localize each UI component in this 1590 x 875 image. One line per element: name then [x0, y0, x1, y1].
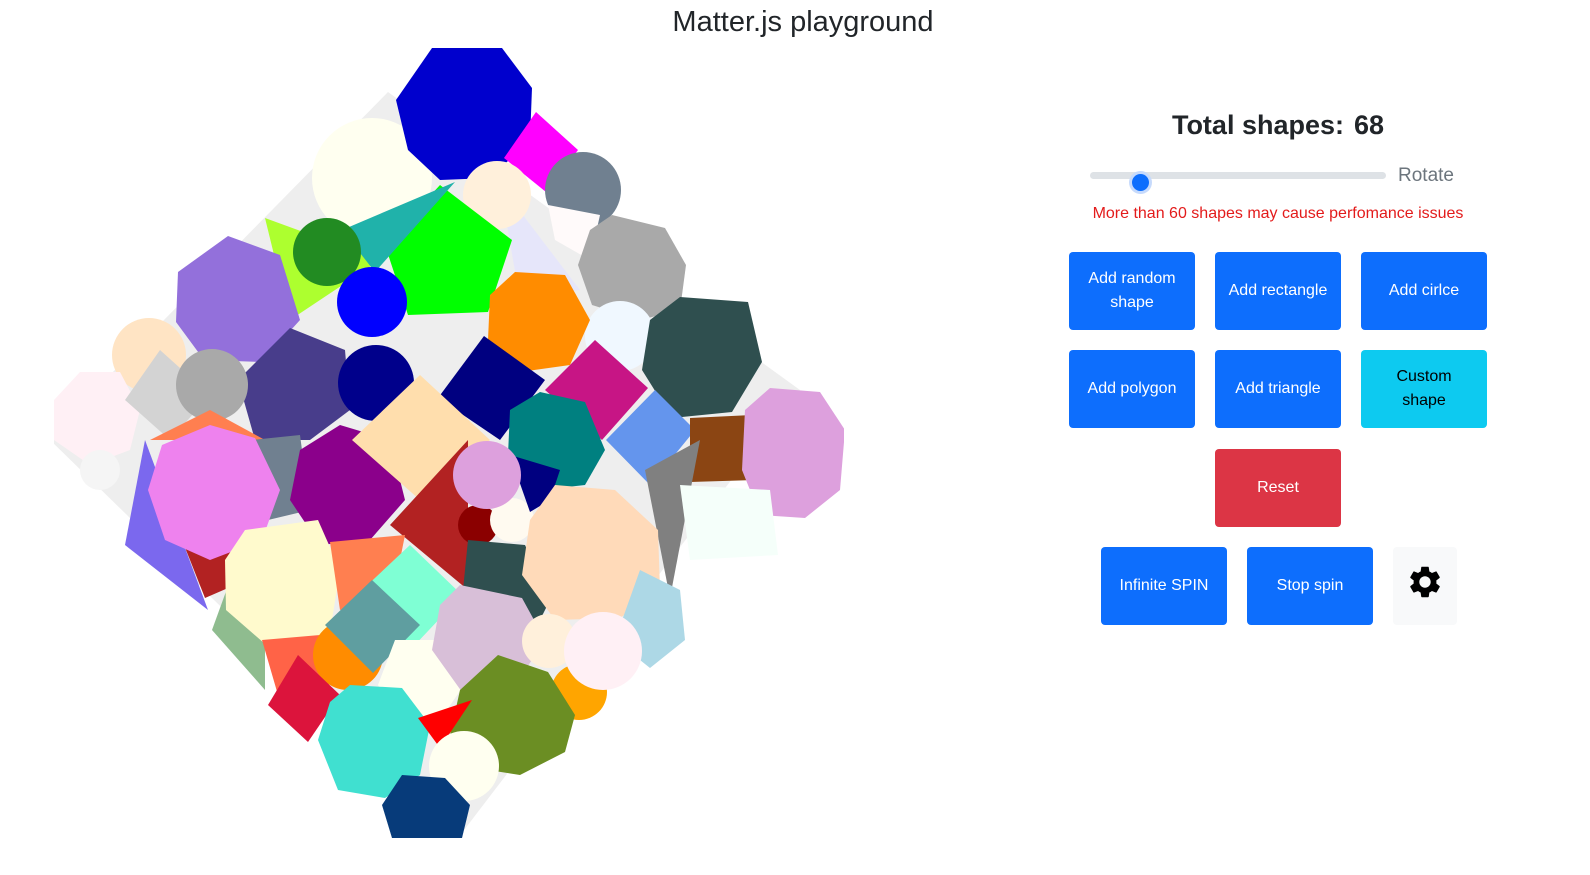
total-shapes-count: 68	[1354, 110, 1385, 140]
physics-canvas[interactable]	[54, 48, 844, 840]
shape-circle	[337, 267, 407, 337]
control-panel: Total shapes: 68 Rotate More than 60 shap…	[1068, 100, 1488, 625]
custom-shape-button[interactable]: Custom shape	[1361, 350, 1487, 428]
performance-warning: More than 60 shapes may cause perfomance…	[1092, 205, 1464, 222]
add-polygon-button[interactable]: Add polygon	[1069, 350, 1195, 428]
rotate-slider[interactable]	[1090, 172, 1386, 191]
rotate-slider-thumb[interactable]	[1131, 174, 1149, 191]
rotate-slider-row: Rotate	[1090, 164, 1470, 191]
stop-spin-button[interactable]: Stop spin	[1247, 547, 1373, 625]
shape-rectangle	[680, 485, 778, 560]
add-rectangle-button[interactable]: Add rectangle	[1215, 252, 1341, 330]
rotate-label: Rotate	[1398, 165, 1454, 186]
add-random-shape-button[interactable]: Add random shape	[1069, 252, 1195, 330]
shape-bodies	[54, 48, 844, 838]
total-shapes-label: Total shapes:	[1171, 110, 1344, 140]
add-triangle-button[interactable]: Add triangle	[1215, 350, 1341, 428]
total-shapes: Total shapes: 68	[1068, 100, 1488, 150]
shape-circle	[80, 450, 120, 490]
page-title: Matter.js playground	[672, 6, 934, 38]
shape-circle	[564, 612, 642, 690]
add-circle-button[interactable]: Add cirlce	[1361, 252, 1487, 330]
gear-icon	[1406, 563, 1444, 609]
settings-button[interactable]	[1393, 547, 1457, 625]
reset-button[interactable]: Reset	[1215, 449, 1341, 527]
shape-circle	[453, 441, 521, 509]
infinite-spin-button[interactable]: Infinite SPIN	[1101, 547, 1227, 625]
shape-circle	[176, 349, 248, 421]
